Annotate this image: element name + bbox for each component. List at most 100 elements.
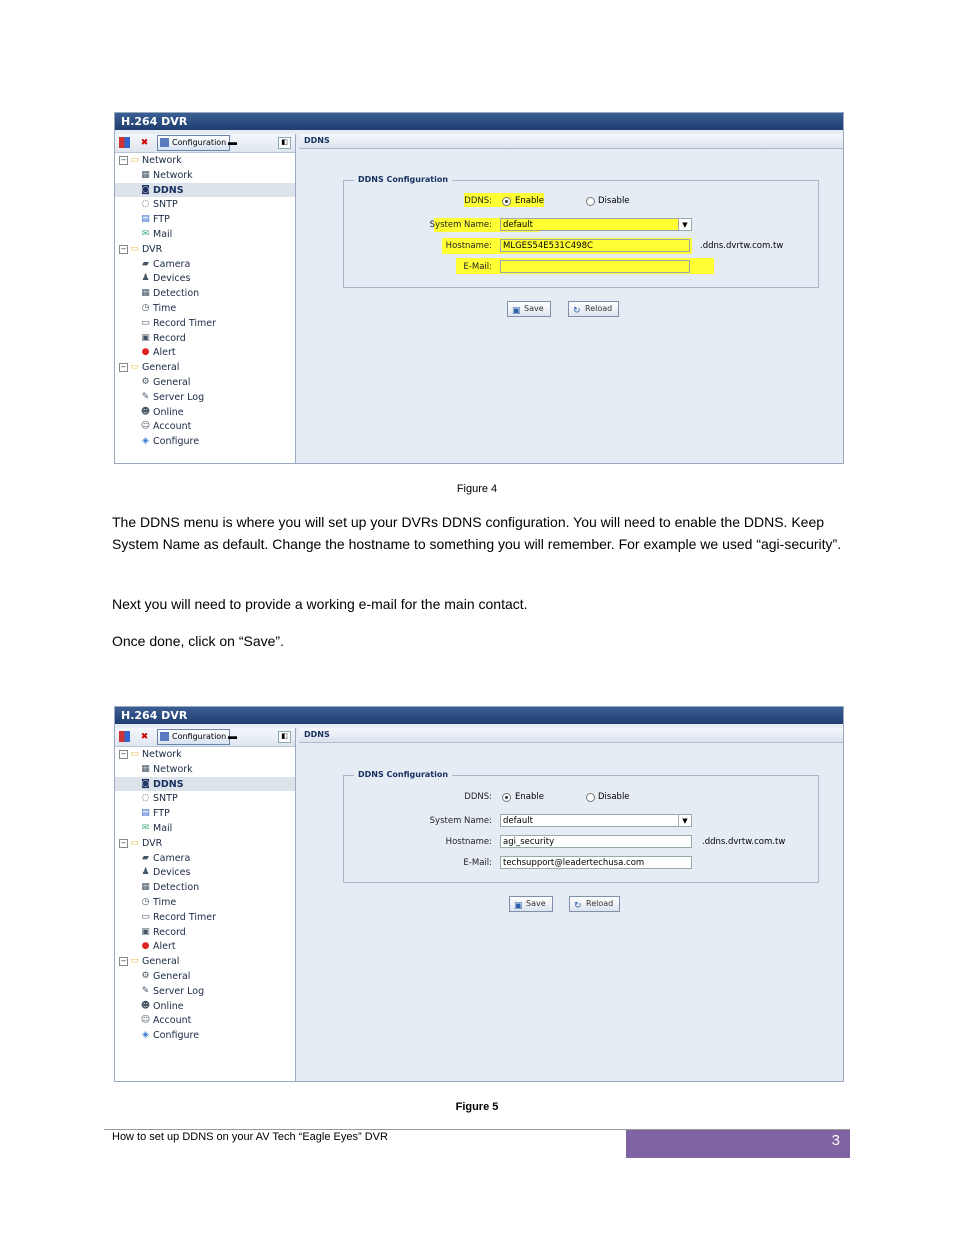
camera-icon: ▰ — [142, 852, 149, 863]
tree-item-dvr[interactable]: − ▭ DVR — [115, 242, 295, 257]
collapse-toggle-icon[interactable]: − — [119, 244, 128, 254]
chevron-down-icon: ▼ — [678, 219, 691, 230]
tree-item-server-log[interactable]: ✎ Server Log — [115, 390, 295, 405]
tree-item-online[interactable]: ☻ Online — [115, 999, 295, 1014]
tree-item-dvr[interactable]: − ▭ DVR — [115, 836, 295, 851]
tree-item-label: Record — [153, 332, 186, 344]
tree-item-label: Server Log — [153, 391, 205, 403]
collapse-icon[interactable]: ◧ — [278, 137, 291, 149]
tree-item-record[interactable]: ▣ Record — [115, 925, 295, 940]
alert-icon: ● — [141, 941, 150, 952]
tree-item-devices[interactable]: ♟ Devices — [115, 271, 295, 286]
tree-item-configure[interactable]: ◈ Configure — [115, 1028, 295, 1043]
tree-item-general[interactable]: − ▭ General — [115, 360, 295, 375]
tree-item-devices[interactable]: ♟ Devices — [115, 865, 295, 880]
tree-item-camera[interactable]: ▰ Camera — [115, 851, 295, 866]
tree-item-general[interactable]: ⚙ General — [115, 375, 295, 390]
system-name-select[interactable]: default ▼ — [500, 218, 692, 231]
tree-item-network[interactable]: ▦ Network — [115, 168, 295, 183]
tree-item-mail[interactable]: ✉ Mail — [115, 821, 295, 836]
save-icon: ▣ — [512, 306, 521, 316]
hostname-input[interactable]: MLGES54E531C498C — [500, 239, 690, 252]
tree-item-ddns[interactable]: ◙ DDNS — [115, 182, 295, 198]
tree-item-label: Camera — [153, 258, 191, 270]
enable-radio[interactable] — [502, 793, 511, 802]
save-icon: ▣ — [514, 901, 523, 911]
tree-item-record-timer[interactable]: ▭ Record Timer — [115, 316, 295, 331]
tree-item-label: Mail — [153, 228, 173, 240]
collapse-icon[interactable]: ◧ — [278, 731, 291, 743]
tree-item-label: Network — [142, 748, 182, 760]
tree-item-detection[interactable]: ▦ Detection — [115, 880, 295, 895]
record-off-icon[interactable]: ✖ — [139, 137, 150, 148]
enable-radio[interactable] — [502, 197, 511, 206]
tree-item-label: Record Timer — [153, 317, 216, 329]
collapse-toggle-icon[interactable]: − — [119, 155, 128, 165]
collapse-toggle-icon[interactable]: − — [119, 749, 128, 759]
ddns-icon: ◙ — [141, 184, 150, 195]
tree-item-ftp[interactable]: ▤ FTP — [115, 806, 295, 821]
collapse-toggle-icon[interactable]: − — [119, 838, 128, 848]
tree-item-label: General — [153, 376, 191, 388]
tree-item-alert[interactable]: ● Alert — [115, 345, 295, 360]
tree-item-general[interactable]: ⚙ General — [115, 969, 295, 984]
fieldset-legend: DDNS Configuration — [354, 175, 453, 184]
tree-item-label: Detection — [153, 882, 200, 894]
tree-item-label: Camera — [153, 852, 191, 864]
tree-item-ddns[interactable]: ◙ DDNS — [115, 776, 295, 792]
ddns-label: DDNS: — [464, 196, 492, 206]
tree-item-general[interactable]: − ▭ General — [115, 954, 295, 969]
tree-item-label: Network — [153, 169, 193, 181]
collapse-toggle-icon[interactable]: − — [119, 363, 128, 373]
tree-item-account[interactable]: ☺ Account — [115, 419, 295, 434]
tree-item-sntp[interactable]: ◌ SNTP — [115, 197, 295, 212]
tree-item-time[interactable]: ◷ Time — [115, 895, 295, 910]
clock-icon: ◷ — [141, 896, 150, 907]
tree-item-alert[interactable]: ● Alert — [115, 939, 295, 954]
collapse-toggle-icon[interactable]: − — [119, 957, 128, 967]
camera-icon: ▰ — [142, 258, 149, 269]
configuration-button[interactable]: Configuration — [157, 135, 231, 151]
tree-item-network[interactable]: − ▭ Network — [115, 747, 295, 762]
reload-icon: ↻ — [573, 306, 581, 316]
tree-item-server-log[interactable]: ✎ Server Log — [115, 984, 295, 999]
save-button[interactable]: ▣ Save — [509, 896, 553, 912]
email-label: E-Mail: — [463, 262, 492, 272]
hdd-icon[interactable]: ▬ — [227, 731, 238, 742]
reload-button[interactable]: ↻ Reload — [568, 301, 620, 317]
system-name-select[interactable]: default ▼ — [500, 814, 692, 827]
tree-item-label: General — [142, 956, 180, 968]
email-input[interactable]: techsupport@leadertechusa.com — [500, 856, 692, 869]
hdd-icon[interactable]: ▬ — [227, 137, 238, 148]
tree-item-record[interactable]: ▣ Record — [115, 331, 295, 346]
tree-item-record-timer[interactable]: ▭ Record Timer — [115, 910, 295, 925]
grid-icon[interactable] — [119, 731, 130, 742]
record-off-icon[interactable]: ✖ — [139, 731, 150, 742]
tree-item-time[interactable]: ◷ Time — [115, 301, 295, 316]
disable-radio[interactable] — [586, 793, 595, 802]
mail-icon: ✉ — [141, 822, 150, 833]
tree-item-label: DVR — [142, 243, 163, 255]
tree-item-network[interactable]: − ▭ Network — [115, 153, 295, 168]
tree-item-detection[interactable]: ▦ Detection — [115, 286, 295, 301]
tree-item-ftp[interactable]: ▤ FTP — [115, 212, 295, 227]
save-button[interactable]: ▣ Save — [507, 301, 551, 317]
tree-item-configure[interactable]: ◈ Configure — [115, 434, 295, 449]
tree-item-network[interactable]: ▦ Network — [115, 762, 295, 777]
reload-button[interactable]: ↻ Reload — [569, 896, 621, 912]
figure-5-caption: Figure 5 — [455, 1101, 499, 1113]
email-input[interactable] — [500, 260, 690, 273]
tree-item-mail[interactable]: ✉ Mail — [115, 227, 295, 242]
hostname-input[interactable]: agi_security — [500, 835, 692, 848]
configure-icon: ◈ — [142, 1030, 149, 1041]
tree-item-account[interactable]: ☺ Account — [115, 1013, 295, 1028]
screenshot-figure-5: H.264 DVR ✖ Configuration ▬ ◧ − ▭ Network ▦… — [114, 706, 844, 1082]
tree-item-online[interactable]: ☻ Online — [115, 405, 295, 420]
network-icon: ▦ — [141, 169, 150, 180]
disable-radio[interactable] — [586, 197, 595, 206]
tree-item-camera[interactable]: ▰ Camera — [115, 257, 295, 272]
configuration-button[interactable]: Configuration — [157, 729, 231, 745]
tree-item-sntp[interactable]: ◌ SNTP — [115, 791, 295, 806]
grid-icon[interactable] — [119, 137, 130, 148]
record-timer-icon: ▭ — [141, 317, 150, 328]
